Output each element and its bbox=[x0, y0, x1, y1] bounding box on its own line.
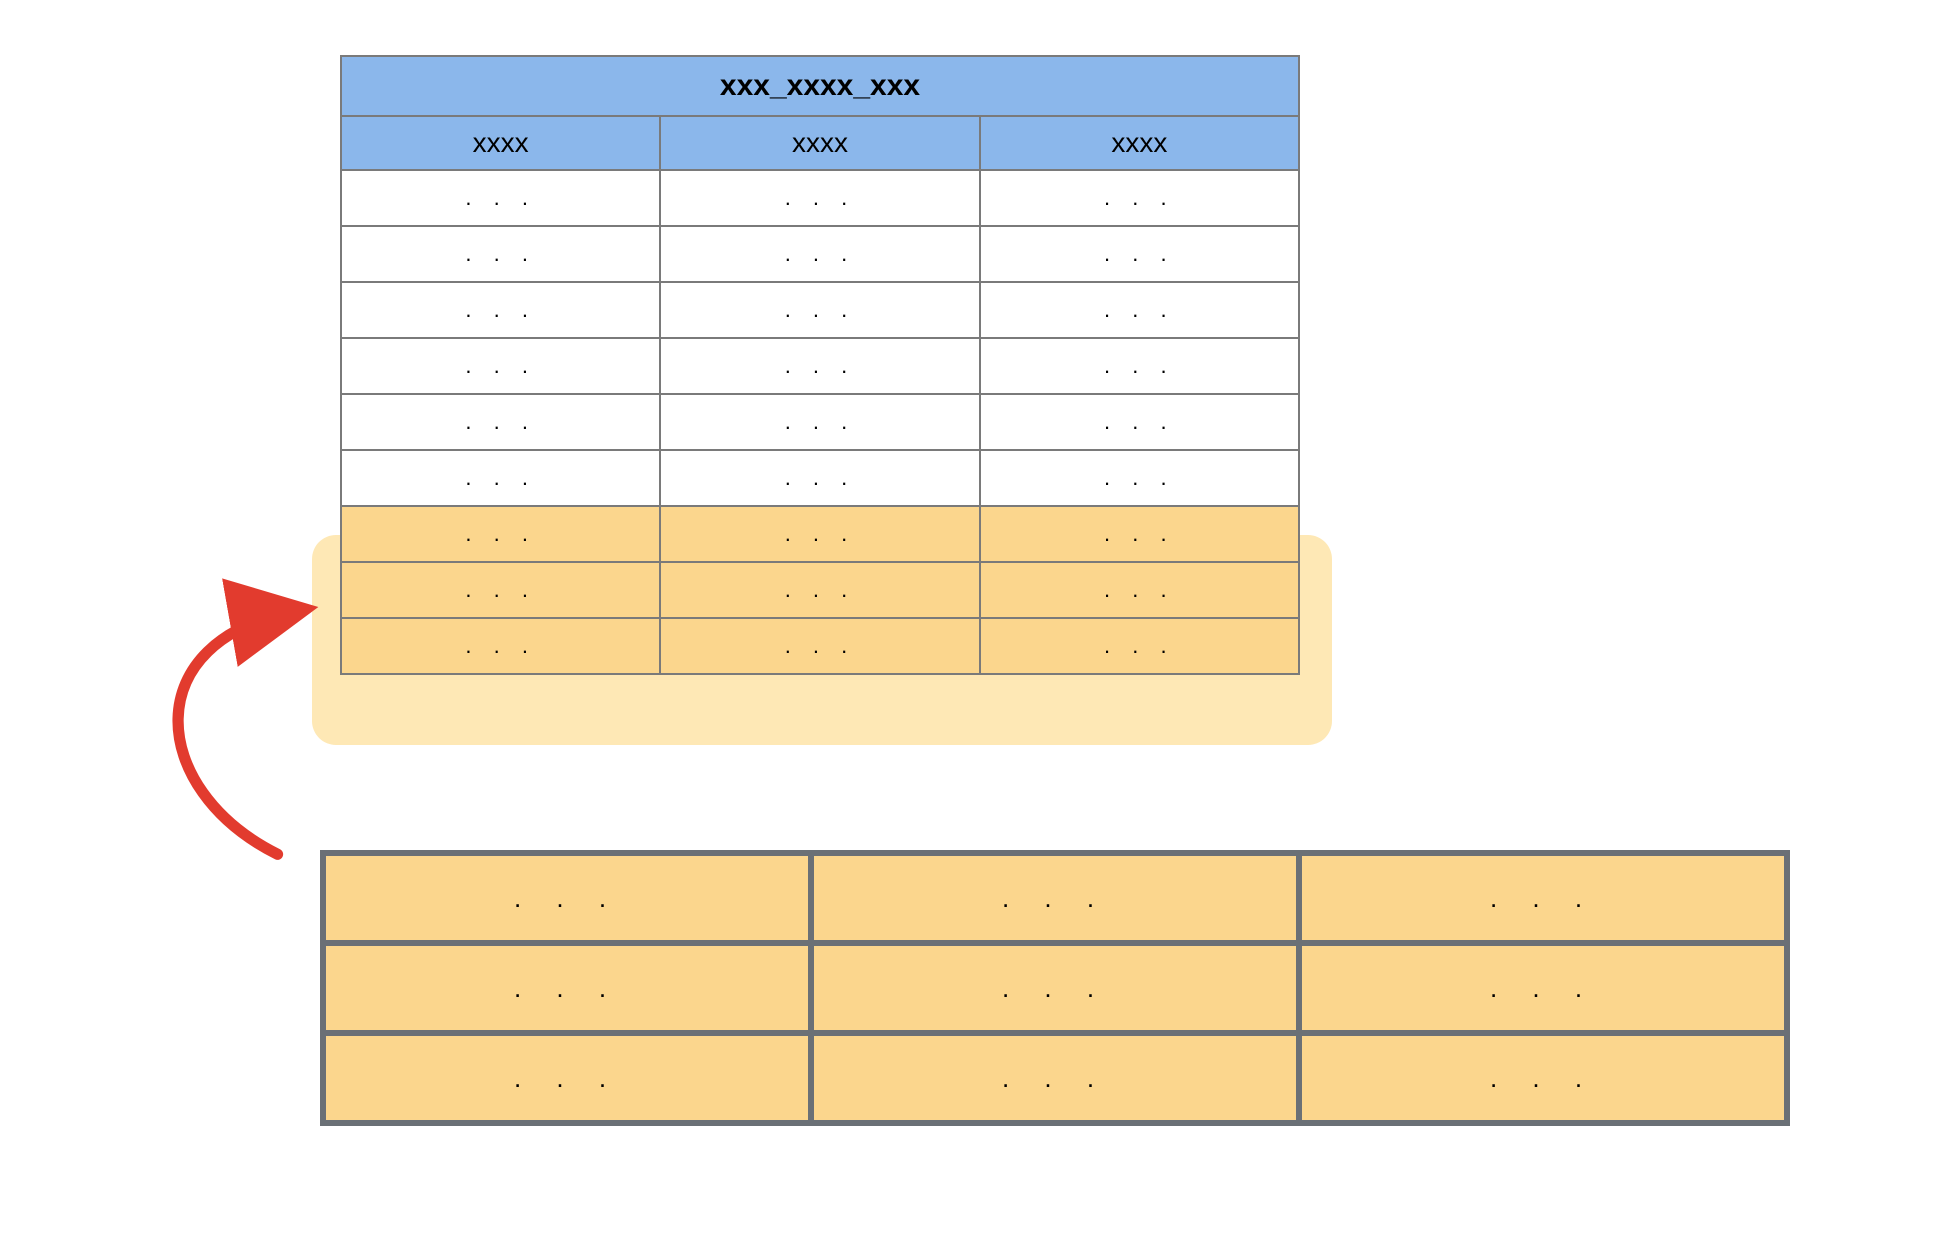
block-cell: . . . bbox=[1299, 1033, 1787, 1123]
diagram-canvas: xxx_xxxx_xxx xxxx xxxx xxxx . . . . . . … bbox=[40, 40, 1904, 1209]
column-header-row: xxxx xxxx xxxx bbox=[341, 116, 1299, 170]
table-cell: . . . bbox=[980, 226, 1299, 282]
table-cell: . . . bbox=[660, 450, 979, 506]
table-cell: . . . bbox=[660, 226, 979, 282]
table-cell: . . . bbox=[341, 226, 660, 282]
table-cell: . . . bbox=[980, 338, 1299, 394]
table-cell: . . . bbox=[660, 394, 979, 450]
table-cell: . . . bbox=[980, 506, 1299, 562]
block-row: . . . . . . . . . bbox=[323, 1033, 1787, 1123]
table-cell: . . . bbox=[980, 450, 1299, 506]
table-row: . . . . . . . . . bbox=[341, 170, 1299, 226]
table-title: xxx_xxxx_xxx bbox=[341, 56, 1299, 116]
table-cell: . . . bbox=[660, 282, 979, 338]
table-row: . . . . . . . . . bbox=[341, 394, 1299, 450]
table-row: . . . . . . . . . bbox=[341, 338, 1299, 394]
column-header: xxxx bbox=[341, 116, 660, 170]
block-cell: . . . bbox=[1299, 943, 1787, 1033]
block-cell: . . . bbox=[811, 853, 1299, 943]
table-row-highlighted: . . . . . . . . . bbox=[341, 618, 1299, 674]
table-cell: . . . bbox=[341, 338, 660, 394]
table-cell: . . . bbox=[341, 506, 660, 562]
table-body: . . . . . . . . . . . . . . . . . . . . … bbox=[341, 170, 1299, 674]
table-cell: . . . bbox=[660, 170, 979, 226]
table-cell: . . . bbox=[980, 618, 1299, 674]
table-cell: . . . bbox=[660, 506, 979, 562]
block-row: . . . . . . . . . bbox=[323, 853, 1787, 943]
table-cell: . . . bbox=[660, 618, 979, 674]
block-cell: . . . bbox=[323, 1033, 811, 1123]
table-row: . . . . . . . . . bbox=[341, 282, 1299, 338]
table-cell: . . . bbox=[660, 338, 979, 394]
table-cell: . . . bbox=[341, 394, 660, 450]
table-cell: . . . bbox=[660, 562, 979, 618]
top-table: xxx_xxxx_xxx xxxx xxxx xxxx . . . . . . … bbox=[340, 55, 1300, 675]
bottom-block: . . . . . . . . . . . . . . . . . . . . … bbox=[320, 850, 1790, 1126]
table-cell: . . . bbox=[980, 170, 1299, 226]
block-row: . . . . . . . . . bbox=[323, 943, 1787, 1033]
table-cell: . . . bbox=[341, 450, 660, 506]
table-cell: . . . bbox=[980, 394, 1299, 450]
block-cell: . . . bbox=[811, 943, 1299, 1033]
table-row: . . . . . . . . . bbox=[341, 226, 1299, 282]
table-row: . . . . . . . . . bbox=[341, 450, 1299, 506]
block-cell: . . . bbox=[323, 943, 811, 1033]
block-cell: . . . bbox=[811, 1033, 1299, 1123]
column-header: xxxx bbox=[660, 116, 979, 170]
table-cell: . . . bbox=[341, 282, 660, 338]
table-cell: . . . bbox=[980, 562, 1299, 618]
block-cell: . . . bbox=[1299, 853, 1787, 943]
table-cell: . . . bbox=[341, 562, 660, 618]
column-header: xxxx bbox=[980, 116, 1299, 170]
table-cell: . . . bbox=[980, 282, 1299, 338]
table-row-highlighted: . . . . . . . . . bbox=[341, 506, 1299, 562]
block-cell: . . . bbox=[323, 853, 811, 943]
table-cell: . . . bbox=[341, 170, 660, 226]
table-cell: . . . bbox=[341, 618, 660, 674]
table-row-highlighted: . . . . . . . . . bbox=[341, 562, 1299, 618]
